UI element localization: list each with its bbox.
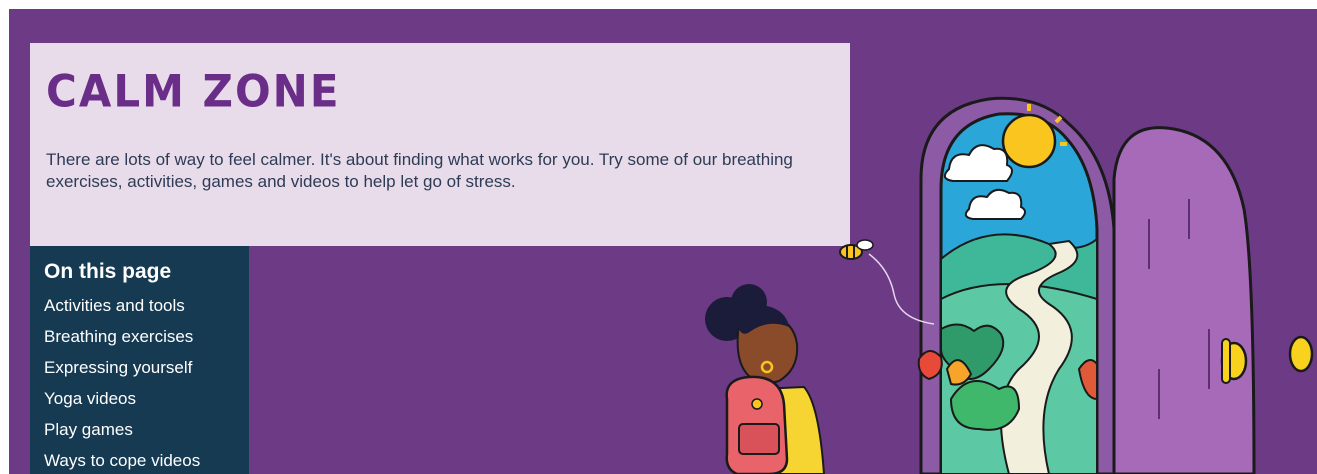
toc-heading: On this page xyxy=(44,260,172,283)
toc-link-expressing[interactable]: Expressing yourself xyxy=(44,352,235,383)
toc-link-cope-videos[interactable]: Ways to cope videos xyxy=(44,445,235,474)
toc-link-breathing[interactable]: Breathing exercises xyxy=(44,321,235,352)
toc-link-games[interactable]: Play games xyxy=(44,414,235,445)
toc-link-activities[interactable]: Activities and tools xyxy=(44,290,235,321)
on-this-page-nav: On this page Activities and tools Breath… xyxy=(30,246,249,474)
hero-banner: CALM ZONE There are lots of way to feel … xyxy=(9,9,1317,474)
girl-illustration xyxy=(705,284,826,474)
toc-link-yoga[interactable]: Yoga videos xyxy=(44,383,235,414)
calm-door-illustration xyxy=(705,96,1314,474)
landscape-illustration xyxy=(917,233,1098,474)
open-door xyxy=(1112,126,1314,474)
page-title: CALM ZONE xyxy=(46,65,341,118)
